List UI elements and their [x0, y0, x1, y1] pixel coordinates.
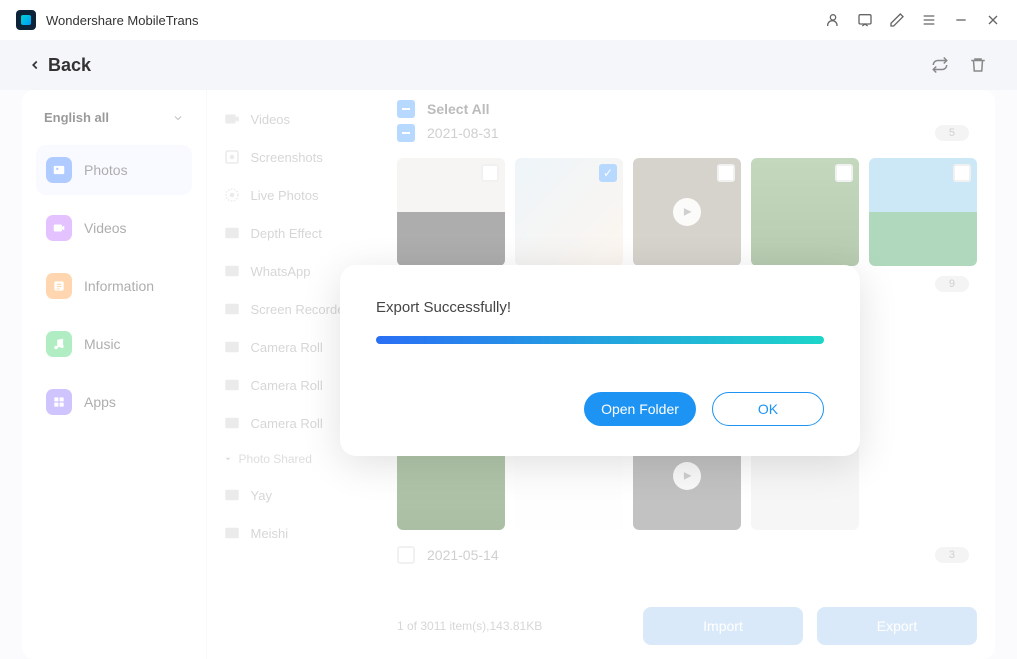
livephoto-icon [223, 186, 241, 204]
category-label: Videos [84, 220, 127, 236]
back-button[interactable]: Back [28, 55, 91, 76]
selection-status: 1 of 3011 item(s),143.81KB [397, 619, 542, 633]
recorder-icon [223, 300, 241, 318]
category-label: Information [84, 278, 154, 294]
modal-title: Export Successfully! [376, 299, 824, 316]
shared-icon [223, 524, 241, 542]
titlebar-right [825, 12, 1001, 28]
footer-buttons: Import Export [643, 607, 977, 645]
ok-button[interactable]: OK [712, 392, 824, 426]
photo-thumbnail[interactable] [751, 158, 859, 266]
category-apps[interactable]: Apps [36, 377, 192, 427]
language-label: English all [44, 110, 109, 125]
group-checkbox[interactable] [397, 546, 415, 564]
cameraroll-icon [223, 376, 241, 394]
group-checkbox[interactable] [397, 124, 415, 142]
feedback-icon[interactable] [857, 12, 873, 28]
back-label: Back [48, 55, 91, 76]
depth-icon [223, 224, 241, 242]
photo-thumbnail[interactable] [869, 158, 977, 266]
content-header: Select All 2021-08-31 5 [379, 90, 995, 152]
titlebar-left: Wondershare MobileTrans [16, 10, 198, 30]
export-button[interactable]: Export [817, 607, 977, 645]
thumbnail-checkbox[interactable] [953, 164, 971, 182]
category-label: Music [84, 336, 121, 352]
triangle-down-icon [223, 454, 233, 464]
minimize-icon[interactable] [953, 12, 969, 28]
refresh-icon[interactable] [931, 56, 949, 74]
photo-thumbnail[interactable] [515, 158, 623, 266]
category-label: Photos [84, 162, 128, 178]
chevron-down-icon [172, 112, 184, 124]
videos-icon [46, 215, 72, 241]
thumbnail-checkbox[interactable] [481, 164, 499, 182]
cameraroll-icon [223, 414, 241, 432]
info-icon [46, 273, 72, 299]
select-all-label: Select All [427, 101, 490, 117]
header-actions [931, 56, 987, 74]
album-meishi[interactable]: Meishi [215, 514, 371, 552]
chevron-left-icon [28, 58, 42, 72]
date-group-header: 2021-08-31 5 [397, 124, 977, 142]
thumbnail-checkbox[interactable] [835, 164, 853, 182]
thumbnail-checkbox[interactable] [599, 164, 617, 182]
edit-icon[interactable] [889, 12, 905, 28]
export-success-modal: Export Successfully! Open Folder OK [340, 265, 860, 456]
open-folder-button[interactable]: Open Folder [584, 392, 696, 426]
import-button[interactable]: Import [643, 607, 803, 645]
photo-thumbnail[interactable] [397, 158, 505, 266]
modal-buttons: Open Folder OK [376, 392, 824, 426]
album-yay[interactable]: Yay [215, 476, 371, 514]
select-all-row: Select All [397, 100, 977, 118]
video-thumbnail[interactable] [633, 158, 741, 266]
apps-icon [46, 389, 72, 415]
language-selector[interactable]: English all [36, 104, 192, 131]
menu-icon[interactable] [921, 12, 937, 28]
progress-bar [376, 336, 824, 344]
app-title: Wondershare MobileTrans [46, 13, 198, 28]
group-count: 9 [935, 276, 969, 292]
page-header: Back [0, 40, 1017, 90]
video-icon [223, 110, 241, 128]
group-count: 3 [935, 547, 969, 563]
user-icon[interactable] [825, 12, 841, 28]
app-logo [16, 10, 36, 30]
group-date: 2021-08-31 [427, 125, 499, 141]
whatsapp-icon [223, 262, 241, 280]
thumbnail-row [379, 152, 995, 272]
album-livephotos[interactable]: Live Photos [215, 176, 371, 214]
category-label: Apps [84, 394, 116, 410]
album-deptheffect[interactable]: Depth Effect [215, 214, 371, 252]
cameraroll-icon [223, 338, 241, 356]
group-count: 5 [935, 125, 969, 141]
titlebar: Wondershare MobileTrans [0, 0, 1017, 40]
category-videos[interactable]: Videos [36, 203, 192, 253]
trash-icon[interactable] [969, 56, 987, 74]
shared-icon [223, 486, 241, 504]
category-information[interactable]: Information [36, 261, 192, 311]
date-group-header: 2021-05-14 3 [379, 536, 995, 572]
screenshot-icon [223, 148, 241, 166]
group-date: 2021-05-14 [427, 547, 499, 563]
category-music[interactable]: Music [36, 319, 192, 369]
album-videos[interactable]: Videos [215, 100, 371, 138]
select-all-checkbox[interactable] [397, 100, 415, 118]
photos-icon [46, 157, 72, 183]
album-screenshots[interactable]: Screenshots [215, 138, 371, 176]
category-photos[interactable]: Photos [36, 145, 192, 195]
music-icon [46, 331, 72, 357]
thumbnail-checkbox[interactable] [717, 164, 735, 182]
content-footer: 1 of 3011 item(s),143.81KB Import Export [379, 593, 995, 659]
close-icon[interactable] [985, 12, 1001, 28]
category-sidebar: English all Photos Videos Information Mu… [22, 90, 206, 659]
